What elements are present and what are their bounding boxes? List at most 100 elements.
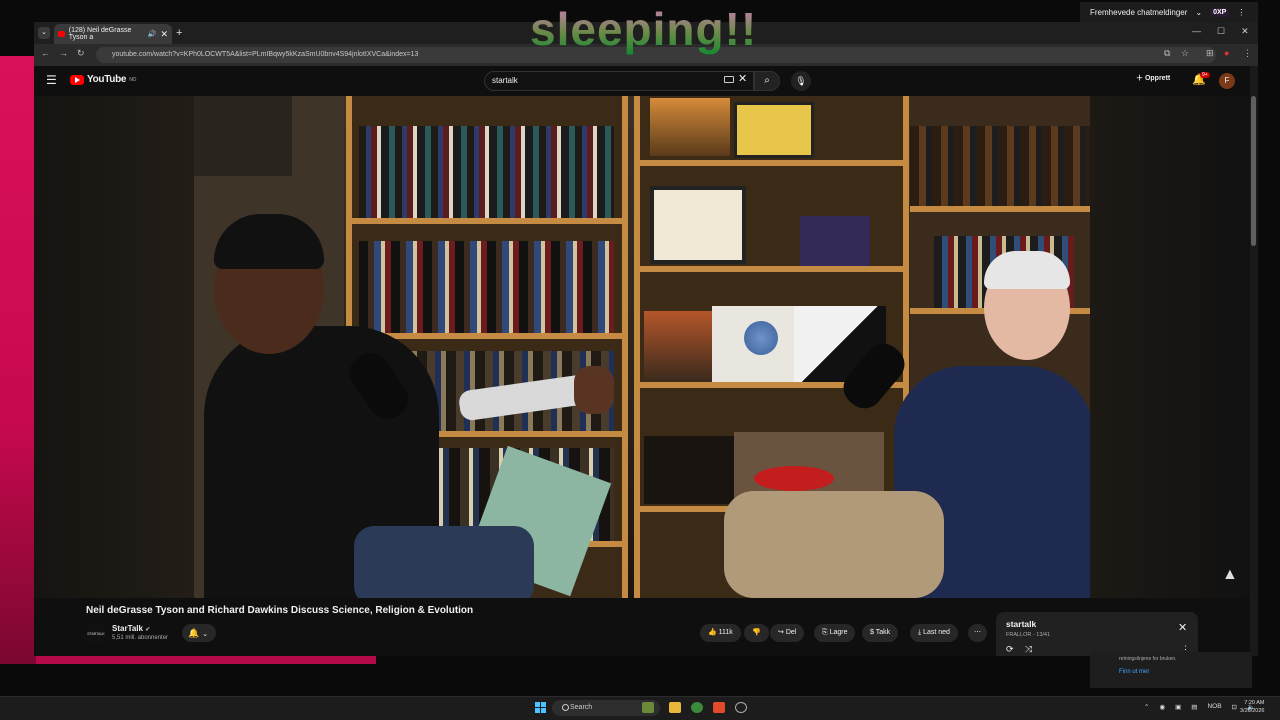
more-actions-button[interactable]: ⋯ (968, 624, 987, 642)
reload-icon[interactable]: ↻ (77, 48, 85, 59)
download-label: Last ned (923, 629, 950, 636)
channel-name-text: StarTalk (112, 624, 143, 633)
player-ambient-left (34, 96, 194, 598)
loop-icon[interactable]: ⟳ (1006, 644, 1014, 655)
back-icon[interactable]: ← (41, 48, 50, 58)
person-left-hand (574, 366, 614, 414)
clear-search-icon[interactable]: ✕ (738, 72, 747, 85)
tab-close-icon[interactable]: ✕ (160, 29, 168, 40)
channel-avatar[interactable]: STARTALK (86, 624, 106, 644)
books-row (359, 241, 614, 333)
notification-count-badge: 9+ (1200, 72, 1210, 78)
download-icon: ⤓ (918, 629, 922, 636)
desktop-wallpaper-strip (0, 56, 36, 664)
widget-icon[interactable] (642, 702, 654, 713)
download-button[interactable]: ⤓ Last ned (910, 624, 958, 642)
thanks-label: Takk (875, 629, 891, 636)
verified-icon: ✔ (145, 627, 151, 633)
youtube-logo[interactable]: YouTube NO (70, 74, 136, 85)
book-venice (650, 98, 730, 156)
app-icon[interactable] (735, 702, 747, 713)
subscription-bell-button[interactable]: 🔔 ⌄ (182, 624, 216, 642)
hamburger-menu-icon[interactable]: ☰ (46, 73, 57, 87)
shuffle-icon[interactable]: ⤨ (1025, 644, 1032, 655)
channel-name[interactable]: StarTalk ✔ (112, 624, 150, 633)
learn-more-link[interactable]: Finn ut mer (1119, 669, 1149, 675)
clock-time: 7:20 AM (1244, 700, 1265, 706)
wall-picture (194, 96, 292, 176)
tray-chevron-icon[interactable]: ⌃ (1144, 703, 1149, 711)
close-playlist-icon[interactable]: ✕ (1178, 621, 1187, 634)
maximize-icon[interactable]: ☐ (1217, 26, 1225, 37)
extensions-icon[interactable]: ⊞ (1206, 48, 1214, 59)
video-title: Neil deGrasse Tyson and Richard Dawkins … (86, 605, 474, 616)
language-indicator[interactable]: NOB (1207, 703, 1221, 711)
close-window-icon[interactable]: ✕ (1241, 26, 1249, 37)
keyboard-icon[interactable] (724, 76, 734, 83)
clock-date: 3/26/2026 (1240, 708, 1265, 714)
channel-watermark-icon[interactable]: ▲ (1222, 566, 1238, 584)
chat-highlights-button[interactable]: Fremhevede chatmeldinger ⌄ 0XP ⋮ (1080, 2, 1258, 22)
thanks-button[interactable]: $ Takk (862, 624, 899, 642)
browser-menu-icon[interactable]: ⋮ (1243, 48, 1252, 59)
minimize-icon[interactable]: — (1192, 26, 1201, 37)
thanks-icon: $ (870, 629, 874, 636)
tab-audio-icon[interactable]: 🔊 (148, 30, 157, 38)
person-right-trousers (724, 491, 944, 598)
shelf (352, 218, 622, 224)
save-label: Lagre (829, 629, 848, 636)
forward-icon[interactable]: → (59, 48, 68, 58)
shelf (640, 266, 903, 272)
chrome-icon[interactable] (691, 702, 703, 713)
share-icon: ↪ (778, 629, 784, 636)
tray-app-icon[interactable]: ▣ (1175, 703, 1181, 711)
subscriber-count: 5,51 mill. abonnenter (112, 635, 169, 641)
windows-start-icon[interactable] (535, 702, 546, 713)
profile-icon[interactable]: ● (1224, 48, 1229, 58)
person-right-hair (984, 251, 1070, 289)
desktop-wallpaper-strip-bottom (36, 656, 376, 664)
install-icon[interactable]: ⧉ (1164, 48, 1170, 59)
create-button[interactable]: ＋ Opprett (1136, 73, 1170, 83)
books-row (359, 126, 614, 218)
shelf (640, 160, 903, 166)
share-button[interactable]: ↪ Del (770, 624, 805, 642)
playlist-meta: FRALLOR - 13/41 (1006, 632, 1051, 638)
search-button[interactable]: ⌕ (754, 71, 780, 91)
thumbs-up-icon: 👍 (708, 629, 717, 636)
save-button[interactable]: ⎘ Lagre (814, 624, 856, 642)
video-frame[interactable] (194, 96, 1090, 598)
taskbar-clock[interactable]: 7:20 AM 3/26/2026 (1240, 699, 1264, 715)
scrollbar-thumb[interactable] (1251, 96, 1256, 246)
thumbs-down-icon: 👎 (752, 629, 761, 636)
account-avatar[interactable]: F (1219, 73, 1235, 89)
brave-icon[interactable] (713, 702, 725, 713)
person-left-jeans (354, 526, 534, 598)
network-icon[interactable]: ⊡ (1232, 703, 1237, 711)
tray-app-icon[interactable]: ▤ (1191, 703, 1197, 711)
save-icon: ⎘ (822, 629, 828, 636)
window-controls: — ☐ ✕ (1192, 26, 1249, 37)
tray-app-icon[interactable]: ◉ (1159, 703, 1165, 711)
like-button[interactable]: 👍 111k (700, 624, 741, 642)
player-ambient-right (1090, 96, 1250, 598)
like-count: 111k (718, 629, 733, 636)
voice-search-icon[interactable]: 🎙 (791, 71, 811, 91)
shelf (910, 206, 1090, 212)
file-explorer-icon[interactable] (669, 702, 681, 713)
dislike-button[interactable]: 👎 (744, 624, 769, 642)
playlist-title[interactable]: startalk (1006, 619, 1036, 629)
chevron-down-icon: ⌄ (202, 631, 209, 638)
bookmark-star-icon[interactable]: ☆ (1181, 48, 1189, 59)
tab-title: (128) Neil deGrasse Tyson a (68, 27, 132, 41)
search-input[interactable]: startalk (484, 71, 754, 91)
browser-tab-active[interactable]: (128) Neil deGrasse Tyson a 🔊 ✕ (54, 24, 172, 44)
framed-photo (800, 216, 870, 266)
new-tab-button[interactable]: + (176, 27, 182, 39)
youtube-favicon-icon (58, 31, 65, 37)
create-label: Opprett (1144, 75, 1171, 82)
more-icon[interactable]: ⋮ (1237, 8, 1245, 17)
youtube-play-icon (70, 74, 84, 85)
tab-search-button[interactable]: ⌄ (38, 27, 50, 39)
search-icon (562, 704, 569, 711)
